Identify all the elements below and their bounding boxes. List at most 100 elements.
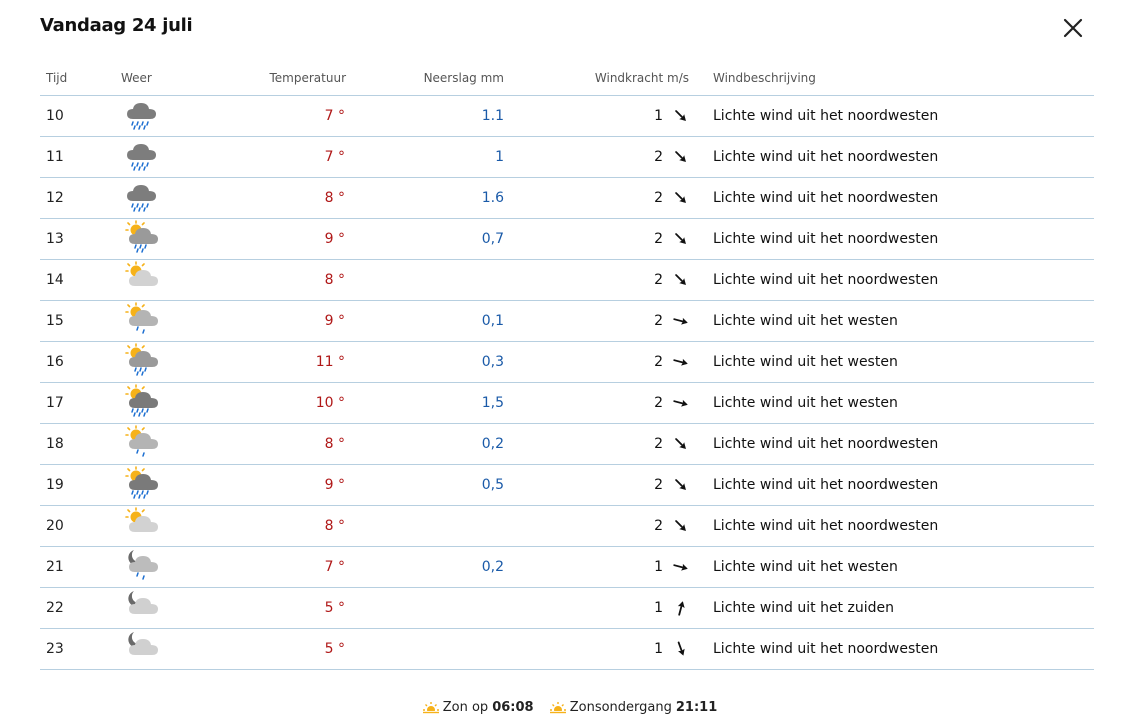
temperature-value: 10 ° [315, 395, 345, 411]
row-weather [121, 628, 211, 670]
row-wind-description: Lichte wind uit het westen [689, 546, 1094, 588]
temperature-value: 7 ° [324, 149, 345, 165]
wind-value: 2 [654, 231, 663, 247]
table-row: 15 9 ° 0,1 2 Lichte wind uit het westen [40, 300, 1094, 342]
arrow-down-right-icon [675, 151, 686, 162]
table-row: 10 7 ° 1.1 1 Lichte wind uit het noordwesten [40, 95, 1094, 137]
row-wind: 2 [504, 218, 689, 260]
row-temperature: 7 ° [211, 136, 346, 178]
row-weather [121, 464, 211, 506]
temperature-value: 9 ° [324, 477, 345, 493]
row-time: 11 [40, 136, 121, 178]
table-row: 23 5 ° 1 Lichte wind uit het noordwesten [40, 628, 1094, 670]
temperature-value: 5 ° [324, 600, 345, 616]
arrow-up-icon [677, 601, 685, 616]
sunset-info: Zonsondergang 21:11 [549, 700, 718, 715]
row-weather [121, 505, 211, 547]
row-temperature: 5 ° [211, 628, 346, 670]
heavy-rain-cloud-icon [127, 144, 156, 171]
table-row: 20 8 ° 2 Lichte wind uit het noordwesten [40, 505, 1094, 547]
row-precipitation: 0,5 [346, 464, 504, 506]
row-wind-description: Lichte wind uit het noordwesten [689, 259, 1094, 301]
heavy-rain-cloud-icon [127, 103, 156, 130]
temperature-value: 8 ° [324, 190, 345, 206]
arrow-down-right-icon [675, 438, 686, 449]
sun-cloud-rain-icon [125, 343, 158, 376]
row-weather [121, 300, 211, 342]
arrow-down-right-icon [675, 233, 686, 244]
temperature-value: 8 ° [324, 272, 345, 288]
arrow-down-right-icon [675, 520, 686, 531]
heavy-rain-cloud-icon [127, 185, 156, 212]
wind-value: 2 [654, 354, 663, 370]
sunrise-label: Zon op [442, 700, 489, 715]
row-wind-description: Lichte wind uit het noordwesten [689, 423, 1094, 465]
row-wind-description: Lichte wind uit het zuiden [689, 587, 1094, 629]
header-weather: Weer [121, 60, 211, 96]
temperature-value: 5 ° [324, 641, 345, 657]
temperature-value: 9 ° [324, 231, 345, 247]
sunset-icon [549, 701, 566, 715]
table-row: 19 9 ° 0,5 2 Lichte wind uit het noordwesten [40, 464, 1094, 506]
row-weather [121, 382, 211, 424]
row-wind: 2 [504, 300, 689, 342]
table-row: 17 10 ° 1,5 2 Lichte wind uit het westen [40, 382, 1094, 424]
arrow-down-right-icon [675, 192, 686, 203]
row-wind-description: Lichte wind uit het noordwesten [689, 136, 1094, 178]
temperature-value: 7 ° [324, 108, 345, 124]
arrow-right-icon [673, 317, 688, 325]
row-weather [121, 136, 211, 178]
row-wind: 1 [504, 95, 689, 137]
sunrise-info: Zon op 06:08 [422, 700, 534, 715]
arrow-down-icon [677, 641, 685, 656]
row-wind-description: Lichte wind uit het noordwesten [689, 628, 1094, 670]
row-time: 17 [40, 382, 121, 424]
moon-cloud-light-rain-icon [128, 550, 158, 580]
table-header-row: Tijd Weer Temperatuur Neerslag mm Windkr… [40, 60, 1094, 96]
row-wind-description: Lichte wind uit het noordwesten [689, 505, 1094, 547]
row-wind: 2 [504, 341, 689, 383]
row-wind: 1 [504, 587, 689, 629]
close-button[interactable] [1061, 16, 1085, 40]
row-precipitation: 1.6 [346, 177, 504, 219]
arrow-down-right-icon [675, 274, 686, 285]
sunset-time: 21:11 [675, 700, 718, 715]
sunrise-time: 06:08 [492, 700, 534, 715]
row-precipitation [346, 259, 504, 301]
row-precipitation: 0,7 [346, 218, 504, 260]
row-precipitation: 1,5 [346, 382, 504, 424]
wind-value: 2 [654, 477, 663, 493]
arrow-right-icon [673, 563, 688, 571]
row-wind: 1 [504, 546, 689, 588]
arrow-right-icon [673, 399, 688, 407]
row-precipitation [346, 505, 504, 547]
header-time: Tijd [40, 60, 121, 96]
partly-cloudy-icon [125, 507, 158, 532]
row-precipitation [346, 628, 504, 670]
row-temperature: 9 ° [211, 218, 346, 260]
row-time: 12 [40, 177, 121, 219]
table-row: 21 7 ° 0,2 1 Lichte wind uit het westen [40, 546, 1094, 588]
row-time: 20 [40, 505, 121, 547]
wind-value: 2 [654, 436, 663, 452]
wind-value: 1 [654, 641, 663, 657]
row-precipitation: 0,2 [346, 423, 504, 465]
forecast-table: Tijd Weer Temperatuur Neerslag mm Windkr… [40, 60, 1094, 670]
row-precipitation [346, 587, 504, 629]
row-weather [121, 546, 211, 588]
table-row: 12 8 ° 1.6 2 Lichte wind uit het noordwesten [40, 177, 1094, 219]
row-time: 10 [40, 95, 121, 137]
row-time: 23 [40, 628, 121, 670]
row-wind-description: Lichte wind uit het noordwesten [689, 95, 1094, 137]
row-precipitation: 0,2 [346, 546, 504, 588]
sun-cloud-rain-icon [125, 220, 158, 253]
sun-times: Zon op 06:08 Zonsondergang 21:11 [0, 700, 1140, 719]
wind-value: 2 [654, 190, 663, 206]
row-wind-description: Lichte wind uit het noordwesten [689, 464, 1094, 506]
row-temperature: 8 ° [211, 177, 346, 219]
row-wind: 1 [504, 628, 689, 670]
row-temperature: 7 ° [211, 95, 346, 137]
row-weather [121, 587, 211, 629]
row-temperature: 9 ° [211, 464, 346, 506]
arrow-down-right-icon [675, 110, 686, 121]
